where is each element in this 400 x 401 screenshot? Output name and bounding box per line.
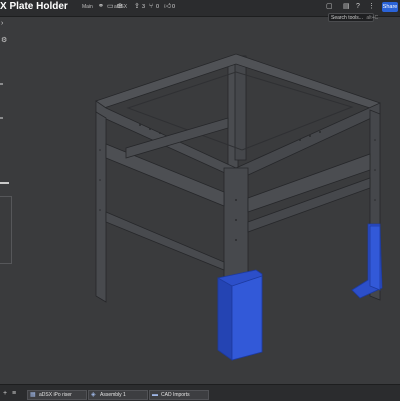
add-tab-icon[interactable]: + [3, 390, 7, 398]
plate-holder-front [217, 269, 263, 361]
cad-viewport[interactable] [0, 16, 400, 384]
tab-part-studio[interactable]: ▦ aDSX iPo riser [27, 390, 87, 400]
front-left-post [95, 111, 107, 303]
tab-assembly[interactable]: ◈ Assembly 1 [88, 390, 148, 400]
plate-holder-right [351, 223, 383, 299]
share-count: 3 [142, 4, 146, 10]
part-studio-icon: ▦ [30, 392, 36, 398]
follow-count: 0 [156, 4, 160, 10]
branch-label[interactable]: Main [82, 4, 93, 10]
like-icon[interactable]: 👍︎ [164, 3, 171, 11]
left-low-rail [105, 211, 225, 271]
branch-icon[interactable]: ⑂ [149, 3, 153, 11]
link-icon[interactable]: ⚭ [98, 3, 104, 11]
bottom-tab-bar: + ≡ ▦ aDSX iPo riser ◈ Assembly 1 ▬ CAD … [0, 384, 400, 401]
tab-label: Assembly 1 [100, 392, 126, 398]
folder-icon: ▬ [152, 392, 158, 398]
tab-label: CAD Imports [161, 392, 190, 398]
workspace-icon: ▭ [107, 3, 114, 10]
tab-cad-imports[interactable]: ▬ CAD Imports [149, 390, 209, 400]
document-title[interactable]: X Plate Holder [0, 1, 68, 12]
tab-label: aDSX iPo riser [39, 392, 72, 398]
tab-list-icon[interactable]: ≡ [12, 390, 16, 398]
document-icon[interactable]: ▤ [343, 3, 350, 11]
back-right-post [234, 55, 247, 161]
public-globe-icon[interactable]: ⊕ [117, 3, 123, 11]
like-count: 0 [172, 4, 176, 10]
assembly-icon: ◈ [91, 392, 96, 398]
share-button[interactable]: Share [382, 2, 398, 12]
help-icon[interactable]: ? [356, 3, 360, 11]
notifications-icon[interactable]: ▢ [326, 3, 333, 11]
share-icon[interactable]: ⇪ [134, 3, 140, 11]
left-mid-rail [105, 143, 225, 207]
grid-icon[interactable]: ⋮ [368, 3, 375, 11]
